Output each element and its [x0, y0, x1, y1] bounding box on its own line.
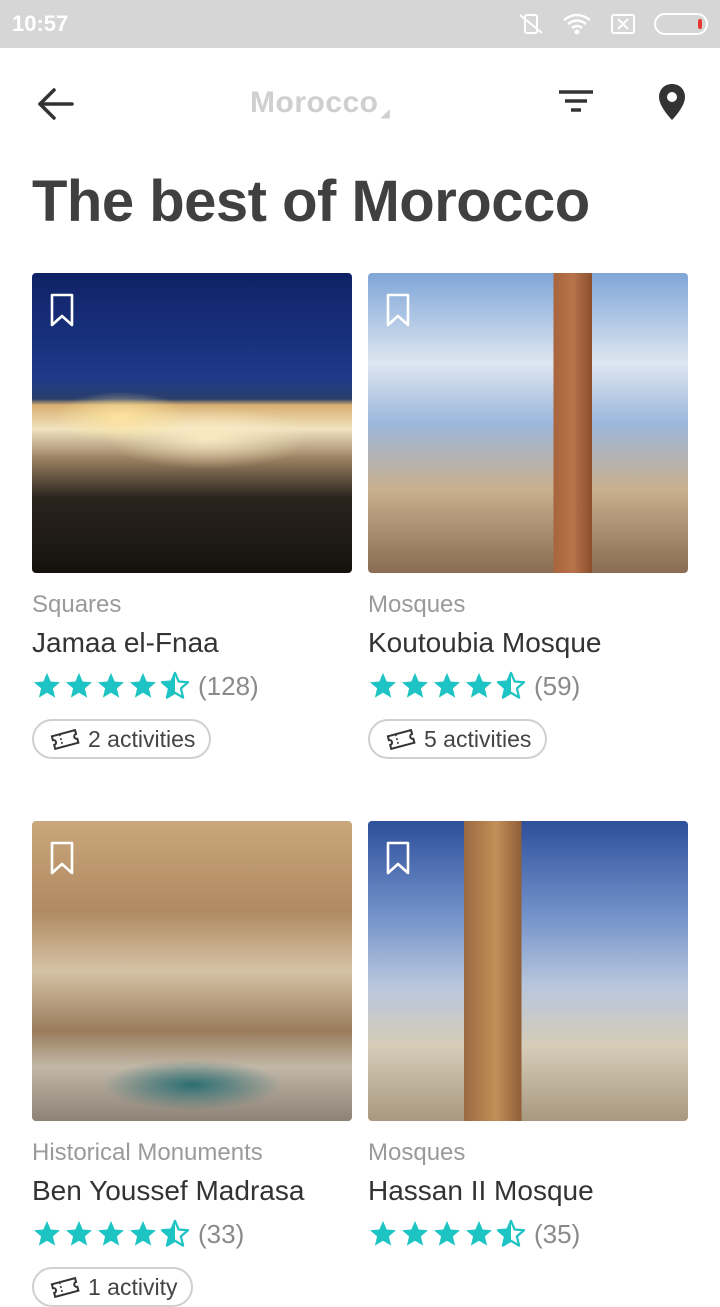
star-full-icon: [98, 672, 124, 698]
star-half-icon: [496, 1219, 526, 1247]
star-half-icon: [160, 1219, 190, 1247]
place-category: Squares: [32, 591, 122, 618]
place-rating: (59): [368, 669, 688, 703]
back-button[interactable]: [34, 84, 78, 124]
status-time: 10:57: [12, 11, 69, 36]
star-full-icon: [66, 672, 92, 698]
star-rating: [368, 671, 526, 701]
star-rating: [32, 671, 190, 701]
place-category: Historical Monuments: [32, 1139, 263, 1166]
activities-chip[interactable]: 5 activities: [368, 719, 548, 759]
star-full-icon: [434, 1220, 460, 1246]
no-sim-icon: [608, 12, 638, 36]
star-rating: [32, 1219, 190, 1249]
star-full-icon: [370, 672, 396, 698]
arrow-left-icon: [38, 88, 74, 120]
activities-label: 2 activities: [88, 725, 196, 752]
place-photo: [32, 273, 352, 573]
review-count: (128): [198, 670, 259, 701]
place-name: Ben Youssef Madrasa: [32, 1175, 305, 1206]
place-photo: [368, 273, 688, 573]
ticket-icon: [50, 728, 80, 750]
star-full-icon: [370, 1220, 396, 1246]
place-rating: (35): [368, 1217, 688, 1251]
star-full-icon: [130, 672, 156, 698]
activities-chip[interactable]: 2 activities: [32, 719, 212, 759]
battery-icon: [654, 13, 708, 35]
star-full-icon: [34, 1220, 60, 1246]
bookmark-icon[interactable]: [386, 841, 410, 875]
activities-chip[interactable]: 1 activity: [32, 1267, 194, 1307]
destination-title: Morocco: [250, 86, 379, 119]
vibrate-off-icon: [516, 12, 546, 36]
star-full-icon: [98, 1220, 124, 1246]
place-card[interactable]: Mosques Koutoubia Mosque (59) 5 activiti…: [368, 273, 688, 759]
filter-button[interactable]: [556, 86, 596, 118]
star-full-icon: [34, 672, 60, 698]
activities-label: 1 activity: [88, 1273, 178, 1300]
status-bar: 10:57: [0, 0, 720, 48]
destination-selector[interactable]: Morocco ◢: [250, 86, 390, 120]
place-category: Mosques: [368, 1139, 466, 1166]
bookmark-icon[interactable]: [50, 293, 74, 327]
place-name: Hassan II Mosque: [368, 1175, 594, 1206]
star-full-icon: [402, 672, 428, 698]
bookmark-icon[interactable]: [386, 293, 410, 327]
star-full-icon: [466, 1220, 492, 1246]
star-half-icon: [496, 671, 526, 699]
place-category: Mosques: [368, 591, 466, 618]
review-count: (35): [534, 1218, 581, 1249]
ticket-icon: [386, 728, 416, 750]
ticket-icon: [50, 1276, 80, 1298]
place-name: Jamaa el-Fnaa: [32, 627, 219, 658]
dropdown-triangle-icon: ◢: [380, 106, 391, 120]
star-full-icon: [466, 672, 492, 698]
place-photo: [32, 821, 352, 1121]
star-rating: [368, 1219, 526, 1249]
place-card[interactable]: Squares Jamaa el-Fnaa (128) 2 activities: [32, 273, 352, 759]
filter-icon: [559, 90, 593, 112]
map-pin-icon: [659, 84, 685, 120]
place-card[interactable]: Historical Monuments Ben Youssef Madrasa…: [32, 821, 352, 1307]
review-count: (33): [198, 1218, 245, 1249]
star-full-icon: [434, 672, 460, 698]
star-half-icon: [160, 671, 190, 699]
wifi-icon: [562, 12, 592, 36]
status-icons: [516, 12, 708, 36]
place-card[interactable]: Mosques Hassan II Mosque (35): [368, 821, 688, 1251]
place-photo: [368, 821, 688, 1121]
star-full-icon: [66, 1220, 92, 1246]
review-count: (59): [534, 670, 581, 701]
map-button[interactable]: [654, 82, 690, 122]
star-full-icon: [402, 1220, 428, 1246]
place-rating: (33): [32, 1217, 352, 1251]
page-heading: The best of Morocco: [32, 169, 590, 234]
star-full-icon: [130, 1220, 156, 1246]
place-name: Koutoubia Mosque: [368, 627, 602, 658]
activities-label: 5 activities: [424, 725, 532, 752]
bookmark-icon[interactable]: [50, 841, 74, 875]
place-rating: (128): [32, 669, 352, 703]
app-bar: Morocco ◢: [0, 48, 720, 160]
